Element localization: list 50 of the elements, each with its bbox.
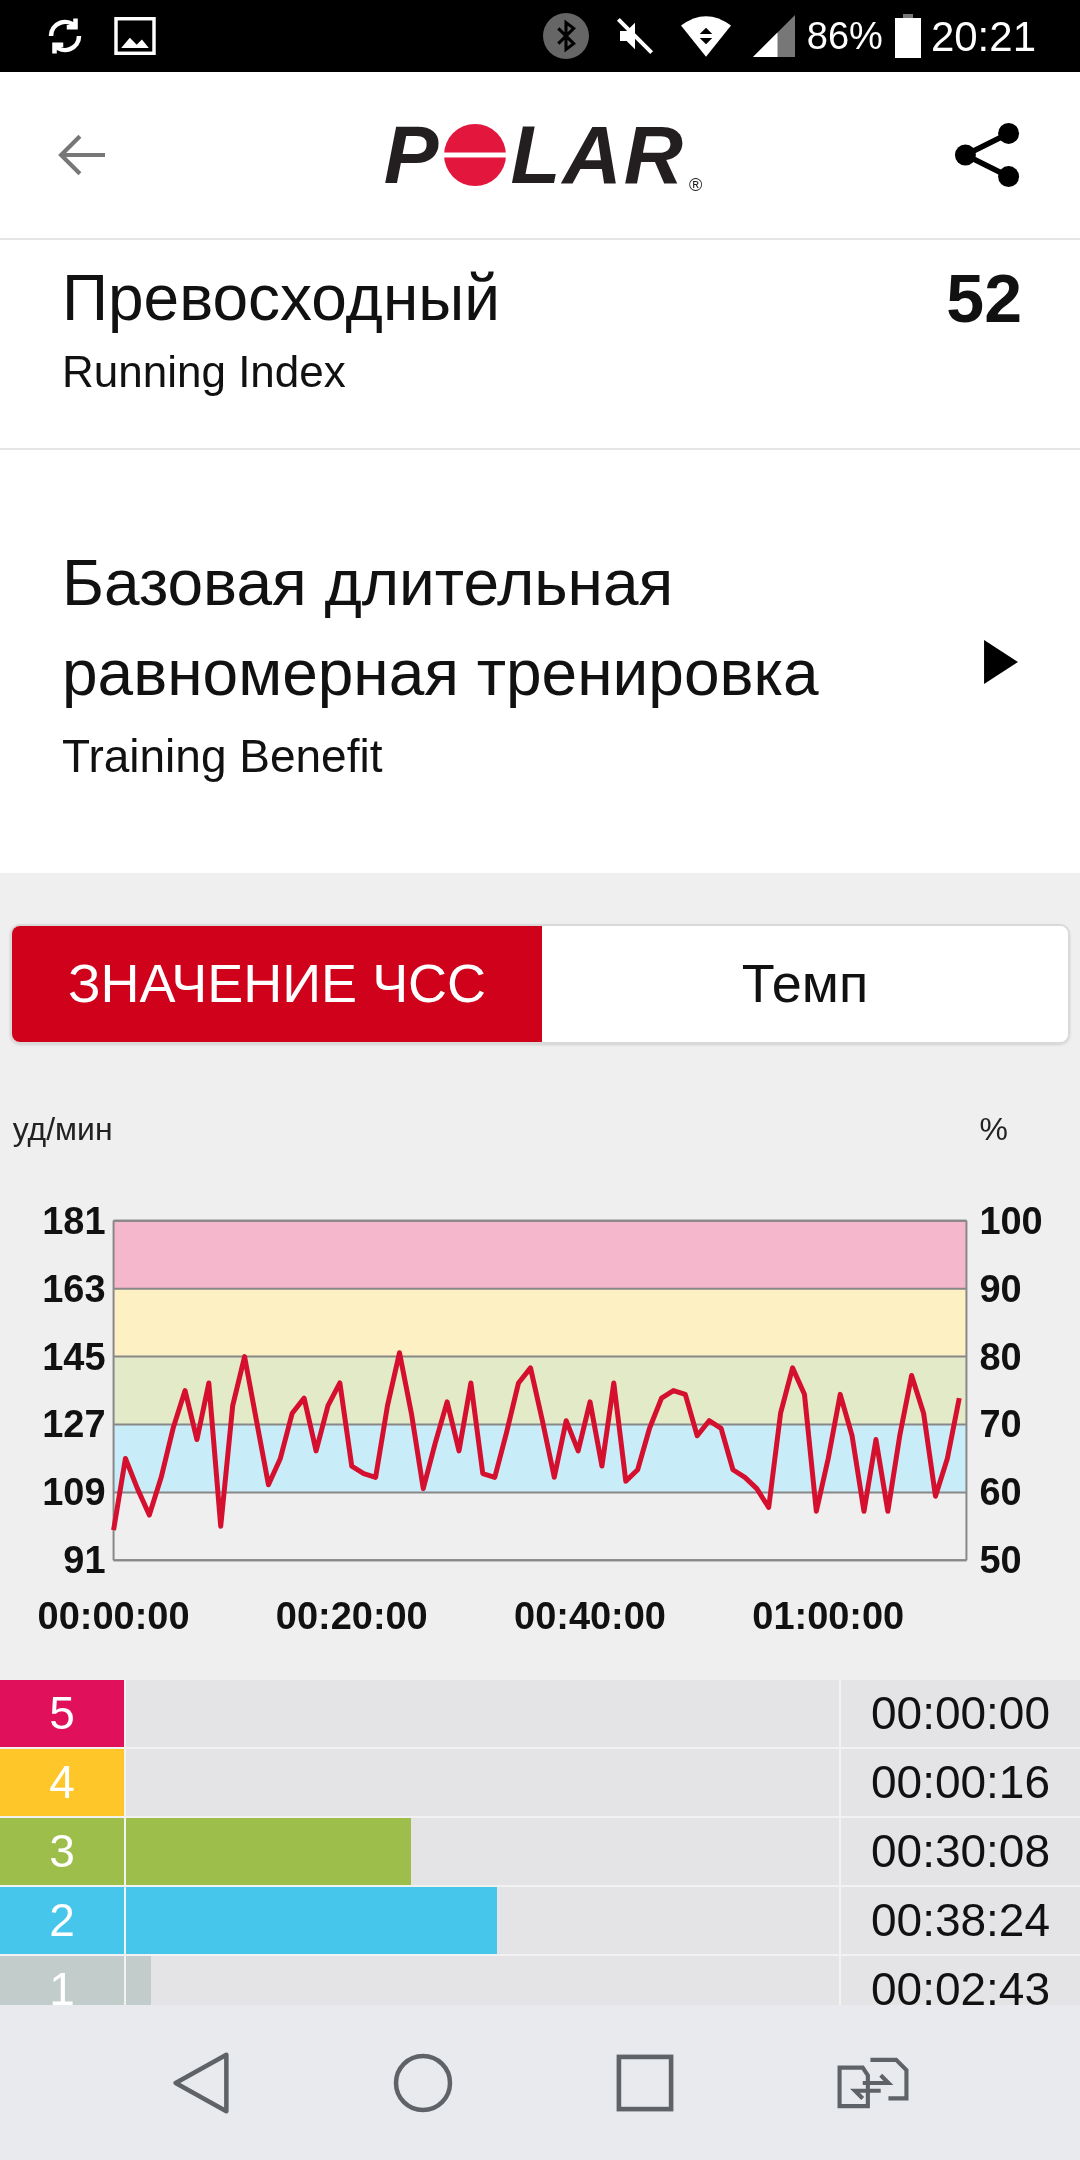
battery-percent: 86%: [806, 13, 883, 59]
switch-sim-icon[interactable]: [836, 2056, 909, 2109]
zone-number: 4: [0, 1749, 124, 1816]
polar-logo: P LAR®: [383, 114, 705, 196]
back-arrow-icon[interactable]: [56, 132, 108, 178]
y-axis-label: 181: [42, 1199, 106, 1242]
y-axis-label: 127: [42, 1403, 106, 1446]
zone-time: 00:00:16: [841, 1749, 1080, 1816]
bluetooth-icon: [542, 13, 589, 59]
zone-number: 1: [0, 1956, 124, 2005]
x-axis-label: 00:40:00: [514, 1595, 666, 1638]
percent-axis-label: 90: [979, 1267, 1022, 1310]
nav-home-icon[interactable]: [392, 2052, 453, 2113]
percent-axis-label: 100: [979, 1199, 1043, 1242]
percent-axis-label: 70: [979, 1403, 1022, 1446]
clock-time: 20:21: [930, 11, 1036, 62]
percent-axis-label: 60: [979, 1471, 1022, 1514]
wifi-icon: [680, 15, 731, 57]
percent-axis-label: 80: [979, 1335, 1022, 1378]
y-axis-label: 91: [63, 1539, 106, 1582]
zone-number: 5: [0, 1680, 124, 1747]
signal-icon: [752, 15, 795, 57]
running-index-label: Running Index: [62, 346, 347, 398]
x-axis-label: 00:20:00: [275, 1595, 428, 1638]
training-benefit-label: Training Benefit: [62, 728, 384, 784]
running-index-value: 52: [946, 260, 1022, 338]
nav-recents-icon[interactable]: [615, 2053, 674, 2112]
battery-icon: [894, 14, 921, 58]
mute-icon: [614, 16, 655, 56]
nav-back-icon[interactable]: [171, 2051, 230, 2114]
running-index-rating: Превосходный: [62, 261, 500, 336]
play-arrow-icon: [984, 639, 1018, 684]
x-axis-label: 00:00:00: [37, 1595, 190, 1638]
chart-tab[interactable]: Темп: [542, 926, 1068, 1042]
axis-unit-label: %: [979, 1110, 1008, 1147]
x-axis-label: 01:00:00: [752, 1595, 905, 1638]
chart-tab[interactable]: ЗНАЧЕНИЕ ЧСС: [12, 926, 542, 1042]
zone-number: 3: [0, 1818, 124, 1885]
zone-time: 00:00:00: [841, 1680, 1080, 1747]
zone-time: 00:30:08: [841, 1818, 1080, 1885]
axis-unit-label: уд/мин: [12, 1110, 113, 1147]
zone-time: 00:38:24: [841, 1887, 1080, 1954]
zone-number: 2: [0, 1887, 124, 1954]
training-benefit-title: Базовая длительная равномерная тренировка: [62, 545, 820, 711]
zone-time: 00:02:43: [841, 1956, 1080, 2005]
y-axis-label: 145: [42, 1335, 106, 1378]
image-icon: [114, 17, 156, 55]
y-axis-label: 109: [42, 1471, 106, 1514]
y-axis-label: 163: [42, 1267, 106, 1310]
percent-axis-label: 50: [979, 1539, 1022, 1582]
